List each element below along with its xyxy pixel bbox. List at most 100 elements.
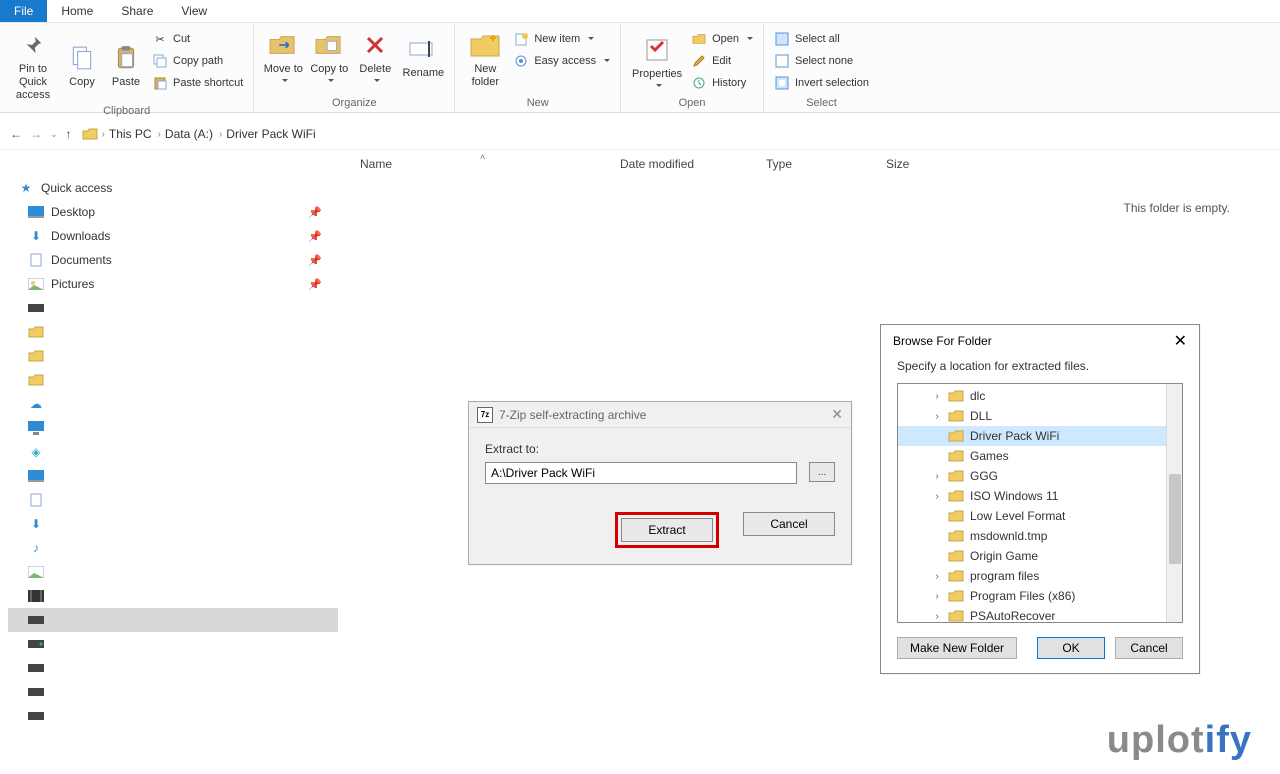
rename-button[interactable]: Rename — [398, 26, 448, 84]
copy-to-button[interactable]: Copy to — [306, 26, 352, 84]
tab-home[interactable]: Home — [47, 0, 107, 22]
edit-button[interactable]: Edit — [687, 50, 757, 72]
sidebar-drive[interactable] — [8, 632, 338, 656]
scrollbar[interactable] — [1166, 384, 1182, 622]
forward-button[interactable]: → — [30, 127, 42, 141]
tab-file[interactable]: File — [0, 0, 47, 22]
invert-selection-button[interactable]: Invert selection — [770, 72, 873, 94]
sidebar-item[interactable]: ⬇ — [8, 512, 338, 536]
breadcrumb-current[interactable]: Driver Pack WiFi — [226, 127, 315, 141]
expand-icon[interactable]: › — [932, 391, 942, 402]
sidebar-item[interactable] — [8, 344, 338, 368]
expand-icon[interactable]: › — [932, 411, 942, 422]
sidebar-this-pc[interactable] — [8, 416, 338, 440]
expand-icon[interactable]: › — [932, 591, 942, 602]
folder-tree-item[interactable]: ›Program Files (x86) — [898, 586, 1166, 606]
back-button[interactable]: ← — [10, 127, 22, 141]
ok-button[interactable]: OK — [1037, 637, 1105, 659]
expand-icon[interactable]: › — [932, 491, 942, 502]
sidebar-item[interactable] — [8, 488, 338, 512]
cut-button[interactable]: ✂Cut — [148, 28, 247, 50]
cancel-button[interactable]: Cancel — [743, 512, 835, 536]
folder-icon — [948, 488, 964, 504]
col-size[interactable]: Size — [886, 157, 909, 171]
extract-to-label: Extract to: — [485, 442, 539, 456]
folder-tree-item[interactable]: ›ISO Windows 11 — [898, 486, 1166, 506]
col-date[interactable]: Date modified — [620, 157, 694, 171]
select-none-button[interactable]: Select none — [770, 50, 873, 72]
sidebar-item[interactable] — [8, 464, 338, 488]
paste-shortcut-button[interactable]: Paste shortcut — [148, 72, 247, 94]
sidebar-downloads[interactable]: ⬇ Downloads📌 — [8, 224, 338, 248]
paste-button[interactable]: Paste — [104, 26, 148, 103]
sidebar-item[interactable] — [8, 296, 338, 320]
expand-icon[interactable]: › — [932, 611, 942, 622]
history-button[interactable]: History — [687, 72, 757, 94]
copy-button[interactable]: Copy — [60, 26, 104, 103]
col-name[interactable]: Name — [360, 157, 392, 171]
sidebar-item[interactable] — [8, 320, 338, 344]
sidebar-documents[interactable]: Documents📌 — [8, 248, 338, 272]
folder-icon — [948, 448, 964, 464]
folder-name: GGG — [970, 469, 998, 483]
delete-button[interactable]: Delete — [352, 26, 398, 84]
sidebar-videos[interactable] — [8, 584, 338, 608]
folder-tree-item[interactable]: ›dlc — [898, 386, 1166, 406]
scroll-thumb[interactable] — [1169, 474, 1181, 564]
sidebar-pictures[interactable]: Pictures📌 — [8, 272, 338, 296]
navigation-pane: ★ Quick access Desktop📌 ⬇ Downloads📌 Doc… — [8, 176, 338, 728]
folder-tree-item[interactable]: Low Level Format — [898, 506, 1166, 526]
sidebar-item[interactable] — [8, 368, 338, 392]
folder-icon — [948, 608, 964, 622]
sidebar-drive[interactable] — [8, 680, 338, 704]
properties-button[interactable]: Properties — [627, 26, 687, 94]
folder-name: Origin Game — [970, 549, 1038, 563]
sidebar-3d[interactable]: ◈ — [8, 440, 338, 464]
copy-path-button[interactable]: Copy path — [148, 50, 247, 72]
folder-tree-item[interactable]: ›PSAutoRecover — [898, 606, 1166, 622]
sidebar-onedrive[interactable]: ☁ — [8, 392, 338, 416]
tab-view[interactable]: View — [167, 0, 221, 22]
folder-tree-item[interactable]: Driver Pack WiFi — [898, 426, 1166, 446]
sidebar-drive[interactable] — [8, 704, 338, 728]
open-button[interactable]: Open — [687, 28, 757, 50]
pin-quick-access-button[interactable]: Pin to Quick access — [6, 26, 60, 103]
new-folder-button[interactable]: New folder — [461, 26, 509, 89]
sidebar-music[interactable]: ♪ — [8, 536, 338, 560]
watermark: uplotify — [1107, 719, 1252, 762]
cancel-button[interactable]: Cancel — [1115, 637, 1183, 659]
folder-tree-item[interactable]: ›DLL — [898, 406, 1166, 426]
breadcrumb-this-pc[interactable]: This PC› — [109, 127, 161, 141]
extract-path-input[interactable] — [485, 462, 797, 484]
select-all-button[interactable]: Select all — [770, 28, 873, 50]
sidebar-item[interactable] — [8, 560, 338, 584]
folder-tree-item[interactable]: › GGG — [898, 466, 1166, 486]
up-button[interactable]: ↑ — [66, 127, 72, 141]
make-new-folder-button[interactable]: Make New Folder — [897, 637, 1017, 659]
breadcrumb-data-a[interactable]: Data (A:)› — [165, 127, 222, 141]
sidebar-desktop[interactable]: Desktop📌 — [8, 200, 338, 224]
new-item-button[interactable]: New item — [509, 28, 614, 50]
col-type[interactable]: Type — [766, 157, 792, 171]
sidebar-drive[interactable] — [8, 608, 338, 632]
easy-access-button[interactable]: Easy access — [509, 50, 614, 72]
tab-share[interactable]: Share — [107, 0, 167, 22]
folder-tree-item[interactable]: msdownld.tmp — [898, 526, 1166, 546]
quick-access[interactable]: ★ Quick access — [8, 176, 338, 200]
close-button[interactable]: ✕ — [831, 406, 843, 423]
cube-icon: ◈ — [28, 444, 44, 460]
extract-button[interactable]: Extract — [621, 518, 713, 542]
folder-tree-item[interactable]: Games — [898, 446, 1166, 466]
recent-dropdown[interactable]: ⌄ — [50, 129, 58, 140]
open-group-label: Open — [679, 95, 706, 112]
drive-icon — [28, 300, 44, 316]
folder-tree-item[interactable]: ›program files — [898, 566, 1166, 586]
folder-tree-item[interactable]: Origin Game — [898, 546, 1166, 566]
pictures-icon — [28, 564, 44, 580]
browse-button[interactable]: ... — [809, 462, 835, 482]
close-button[interactable]: ✕ — [1174, 331, 1187, 351]
move-to-button[interactable]: Move to — [260, 26, 306, 84]
expand-icon[interactable]: › — [932, 571, 942, 582]
expand-icon[interactable]: › — [932, 471, 942, 482]
sidebar-drive[interactable] — [8, 656, 338, 680]
